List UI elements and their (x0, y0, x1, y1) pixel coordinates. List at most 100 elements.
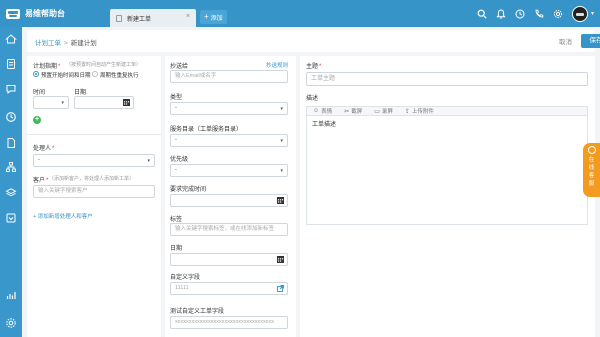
description-text: 工单描述 (312, 122, 337, 128)
tags-label: 标签 (170, 217, 183, 223)
home-icon[interactable] (5, 33, 17, 45)
schedule-clock-icon[interactable] (5, 111, 17, 123)
float-char: 服 (588, 181, 595, 187)
save-button[interactable]: 保存 (581, 34, 600, 48)
top-bar: 易维帮助台 新建工单 × + 添加 ▾ (0, 0, 600, 27)
date-input[interactable] (74, 96, 134, 109)
test-custom-field-label: 测试自定义工单字段 (170, 309, 225, 315)
breadcrumb-separator: > (64, 40, 68, 47)
cancel-button[interactable]: 取消 (559, 36, 572, 46)
chevron-down-icon: ▾ (147, 158, 150, 164)
document-icon (116, 14, 122, 22)
add-handler-customer-link[interactable]: + 添加新增处理人和客户 (33, 212, 93, 220)
description-label: 描述 (306, 96, 319, 102)
screenshot-button[interactable]: ✂ 截屏 (344, 107, 362, 116)
add-schedule-icon[interactable]: + (33, 116, 41, 124)
search-icon[interactable] (477, 9, 487, 19)
test-custom-field-input[interactable]: xxxxxxxxxxxxxxxxxxxxxxxxxxxxxxxxxxxx (170, 316, 288, 329)
breadcrumb-bar: 计划工单 > 新建计划 取消 保存 (27, 30, 600, 52)
record-screen-button[interactable]: ▭ 录屏 (374, 107, 393, 116)
custom-field-input[interactable]: 11111 (170, 282, 288, 295)
float-char: 客 (588, 173, 595, 179)
breadcrumb-parent-link[interactable]: 计划工单 (35, 40, 61, 47)
smile-icon: ☺ (313, 108, 320, 114)
scissors-icon: ✂ (344, 108, 350, 115)
chevron-down-icon: ▾ (280, 138, 283, 144)
add-tab-button[interactable]: + 添加 (200, 10, 227, 24)
clock-icon[interactable] (515, 9, 525, 19)
chat-bubble-icon (587, 146, 596, 154)
date-field-label: 日期 (170, 246, 183, 252)
tags-input[interactable]: 输入关键字搜索标签，或在线添加新标签 (170, 223, 288, 236)
stats-chart-icon[interactable] (5, 289, 17, 301)
due-time-input[interactable] (170, 194, 288, 207)
catalog-label: 服务目录（工单服务目录） (170, 127, 243, 133)
external-link-icon[interactable] (277, 285, 284, 292)
document-icon[interactable] (5, 137, 17, 149)
type-label: 类型 (170, 95, 183, 101)
calendar-icon[interactable] (277, 197, 284, 204)
user-avatar[interactable] (571, 5, 588, 22)
radio-repeat-label: 周期性重复执行 (100, 73, 139, 79)
close-tab-icon[interactable]: × (186, 13, 190, 20)
type-select[interactable]: - ▾ (170, 102, 288, 115)
chevron-down-icon: ▾ (61, 100, 64, 106)
cc-label: 抄送给 (170, 64, 189, 70)
customer-label: 客户* (33, 178, 49, 184)
phone-icon[interactable] (534, 9, 544, 19)
upload-icon: ⇪ (404, 108, 410, 115)
catalog-select[interactable]: - ▾ (170, 134, 288, 147)
time-label: 时间 (33, 90, 46, 96)
tab-new-ticket[interactable]: 新建工单 × (110, 9, 196, 27)
radio-fixed-time[interactable] (33, 71, 39, 77)
tab-label: 新建工单 (127, 16, 152, 23)
add-tab-label: 添加 (210, 15, 223, 22)
online-service-tab[interactable]: 在 线 客 服 (583, 143, 600, 197)
priority-select[interactable]: - ▾ (170, 164, 288, 177)
bell-icon[interactable] (496, 8, 506, 19)
subject-label: 主题* (306, 64, 322, 70)
cc-rules-link[interactable]: 抄送规则 (266, 61, 288, 69)
calendar-icon[interactable] (123, 99, 130, 106)
date-field-input[interactable] (170, 253, 288, 266)
download-icon[interactable] (5, 212, 17, 224)
breadcrumb-current: 新建计划 (70, 40, 97, 47)
description-editor[interactable]: 工单描述 (306, 115, 588, 225)
chevron-down-icon: ▾ (280, 106, 283, 112)
side-nav (0, 27, 22, 337)
app-logo-icon (6, 8, 20, 19)
org-tree-icon[interactable] (5, 161, 17, 173)
plan-time-label: 计划指期* (33, 64, 61, 70)
chevron-down-icon: ▾ (280, 168, 283, 174)
calendar-icon[interactable] (277, 256, 284, 263)
due-time-label: 要求完成时间 (170, 187, 207, 193)
ticket-list-icon[interactable] (5, 58, 17, 70)
customer-hint: （添加新客户，将处理人添加新工单） (49, 176, 135, 182)
layers-icon[interactable] (5, 187, 17, 199)
upload-attachment-button[interactable]: ⇪ 上传附件 (404, 107, 434, 116)
subject-input[interactable]: 工单主题 (306, 72, 588, 86)
settings-gear-icon[interactable] (5, 317, 17, 329)
plus-icon: + (204, 12, 209, 21)
divider (27, 134, 161, 135)
brand[interactable]: 易维帮助台 (6, 0, 65, 27)
handler-label: 处理人* (33, 146, 55, 152)
float-char: 线 (588, 165, 595, 171)
chat-icon[interactable] (5, 83, 17, 95)
fields-panel: 抄送给 抄送规则 输入Email或名字 类型 - ▾ 服务目录（工单服务目录） -… (165, 56, 296, 337)
plan-time-hint: （按预置时间自动产生新建工单） (66, 62, 142, 68)
float-char: 在 (588, 157, 595, 163)
time-select[interactable]: ▾ (33, 96, 69, 109)
cc-input[interactable]: 输入Email或名字 (170, 70, 288, 83)
video-icon: ▭ (374, 108, 380, 115)
handler-select[interactable]: - ▾ (33, 154, 155, 167)
schedule-panel: 计划指期* （按预置时间自动产生新建工单） 预置开始时间和日期 周期性重复执行 … (27, 56, 161, 337)
breadcrumb: 计划工单 > 新建计划 (35, 37, 97, 47)
radio-repeat[interactable] (92, 71, 98, 77)
customer-search-input[interactable]: 输入关键字搜索客户 (33, 185, 155, 198)
chevron-down-icon[interactable]: ▾ (591, 10, 594, 17)
content-panel: 主题* 工单主题 描述 ☺ 表情 ✂ 截屏 ▭ 录屏 ⇪ 上传附件 工单描述 (300, 56, 595, 337)
radio-fixed-time-label: 预置开始时间和日期 (41, 73, 91, 79)
emoji-button[interactable]: ☺ 表情 (313, 107, 332, 115)
settings-gear-icon[interactable] (553, 9, 563, 19)
